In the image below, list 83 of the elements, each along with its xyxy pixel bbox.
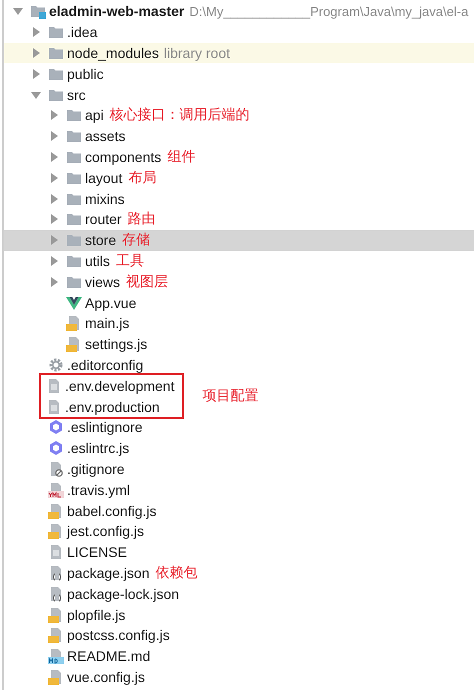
markdown-file-icon	[48, 648, 64, 664]
tree-item[interactable]: mixins	[4, 188, 474, 209]
vue-logo-icon	[66, 294, 82, 311]
tree-item[interactable]: README.md	[4, 646, 474, 666]
hexagon-icon	[48, 440, 64, 456]
tree-item[interactable]: components 组件	[4, 146, 474, 168]
tree-item[interactable]: .eslintrc.js	[4, 438, 474, 459]
tree-item[interactable]: vue.config.js	[4, 666, 474, 688]
collapse-arrow-icon[interactable]	[49, 214, 59, 224]
tree-item[interactable]: layout 布局	[4, 167, 474, 188]
annotation: 路由	[128, 210, 156, 228]
tree-item[interactable]: assets	[4, 126, 474, 147]
tree-item[interactable]: package-lock.json	[4, 583, 474, 604]
expand-arrow-icon[interactable]	[13, 6, 23, 16]
json-file-icon	[48, 564, 64, 581]
tree-item[interactable]: postcss.config.js	[4, 624, 474, 646]
ignored-file-icon	[48, 460, 64, 477]
tree-item[interactable]: main.js	[4, 312, 474, 334]
tree-item[interactable]: utils 工具	[4, 250, 474, 272]
js-file-icon	[66, 315, 82, 332]
annotation: 核心接口：调用后端的	[110, 106, 250, 124]
tree-item[interactable]: package.json 依赖包	[4, 562, 474, 584]
gear-icon	[48, 356, 64, 373]
collapse-arrow-icon[interactable]	[49, 276, 59, 287]
text-file-icon	[46, 378, 62, 394]
tree-item[interactable]: public	[4, 63, 474, 84]
json-file-icon	[48, 586, 64, 602]
text-file-icon	[48, 544, 64, 560]
project-path: D:\My____________Program\Java\my_java\el-a	[189, 4, 468, 19]
js-file-icon	[48, 523, 64, 540]
text-file-icon	[46, 398, 62, 415]
tree-item[interactable]: .travis.yml	[4, 479, 474, 500]
module-folder-icon	[30, 3, 46, 20]
tree-item[interactable]: babel.config.js	[4, 500, 474, 521]
annotation: 存储	[122, 231, 150, 250]
collapse-arrow-icon[interactable]	[49, 110, 59, 120]
collapse-arrow-icon[interactable]	[49, 172, 59, 183]
js-file-icon	[48, 627, 64, 644]
tree-item[interactable]: jest.config.js	[4, 520, 474, 542]
tree-item[interactable]: router 路由	[4, 208, 474, 230]
folder-icon	[66, 211, 82, 228]
tree-item[interactable]: App.vue	[4, 292, 474, 313]
tree-item[interactable]: views 视图层	[4, 271, 474, 292]
tree-item[interactable]: LICENSE	[4, 542, 474, 563]
tree-item[interactable]: src	[4, 84, 474, 105]
annotation: 依赖包	[156, 564, 198, 582]
collapse-arrow-icon[interactable]	[49, 256, 59, 266]
library-root-hint: library root	[164, 44, 230, 61]
yml-file-icon	[48, 482, 64, 498]
folder-icon	[48, 24, 64, 40]
tree-item[interactable]: .gitignore	[4, 458, 474, 480]
annotation: 视图层	[126, 272, 168, 291]
tree-item[interactable]: settings.js	[4, 334, 474, 355]
tree-item[interactable]: eladmin-web-master D:\My____________Program\Java\my_java\el-a	[4, 1, 474, 22]
tree-item[interactable]: .env.development	[41, 375, 174, 396]
tree-item[interactable]: plopfile.js	[4, 604, 474, 625]
folder-icon	[66, 232, 82, 248]
collapse-arrow-icon[interactable]	[31, 27, 41, 38]
js-file-icon	[48, 668, 64, 685]
tree-item[interactable]: .idea	[4, 22, 474, 43]
tree-item[interactable]: .eslintignore	[4, 416, 474, 438]
js-file-icon	[48, 502, 64, 519]
collapse-arrow-icon[interactable]	[49, 194, 59, 204]
tree-item[interactable]: store 存储	[4, 230, 474, 251]
expand-arrow-icon[interactable]	[31, 90, 41, 100]
hexagon-icon	[48, 419, 64, 436]
annotation: 项目配置	[202, 387, 258, 406]
annotation: 布局	[128, 168, 156, 187]
folder-icon	[66, 107, 82, 124]
tree-item[interactable]: .editorconfig	[4, 354, 474, 376]
collapse-arrow-icon[interactable]	[49, 131, 59, 142]
js-file-icon	[66, 336, 82, 352]
js-file-icon	[48, 606, 64, 622]
tree-item[interactable]: api 核心接口：调用后端的	[4, 104, 474, 126]
collapse-arrow-icon[interactable]	[49, 235, 59, 246]
annotation: 组件	[167, 148, 196, 166]
folder-icon	[66, 128, 82, 144]
collapse-arrow-icon[interactable]	[49, 152, 59, 162]
collapse-arrow-icon[interactable]	[31, 68, 41, 79]
tree-item[interactable]: .env.production	[41, 396, 174, 417]
collapse-arrow-icon[interactable]	[31, 48, 41, 58]
tree-item[interactable]: node_modules library root	[4, 42, 474, 64]
annotation: 工具	[116, 252, 144, 270]
